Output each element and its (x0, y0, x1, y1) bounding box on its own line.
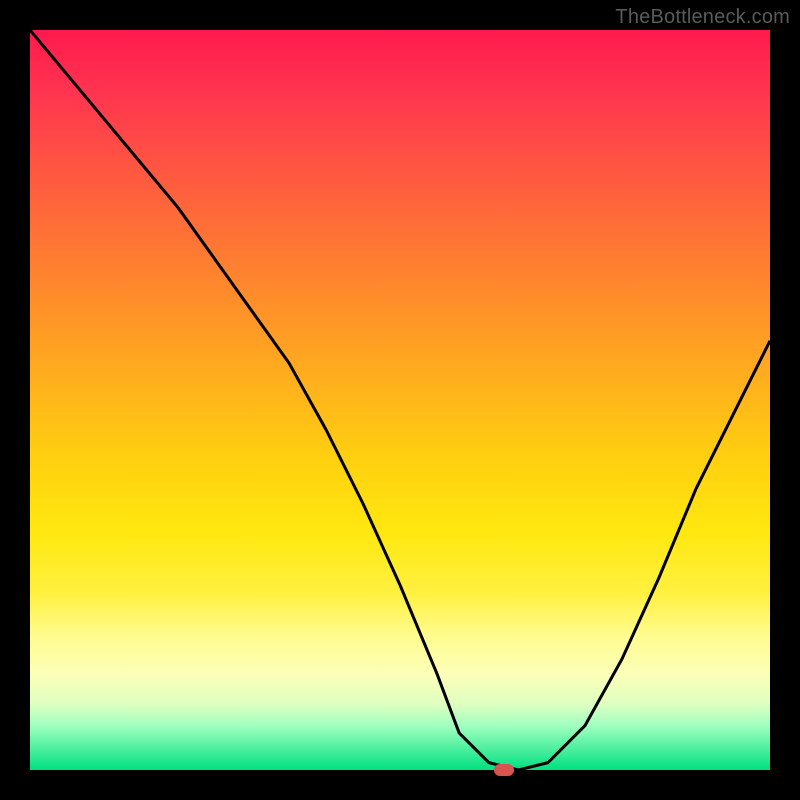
chart-container: TheBottleneck.com (0, 0, 800, 800)
curve-svg (30, 30, 770, 770)
bottleneck-curve (30, 30, 770, 770)
brand-watermark: TheBottleneck.com (615, 6, 790, 29)
minimum-marker (494, 764, 514, 776)
